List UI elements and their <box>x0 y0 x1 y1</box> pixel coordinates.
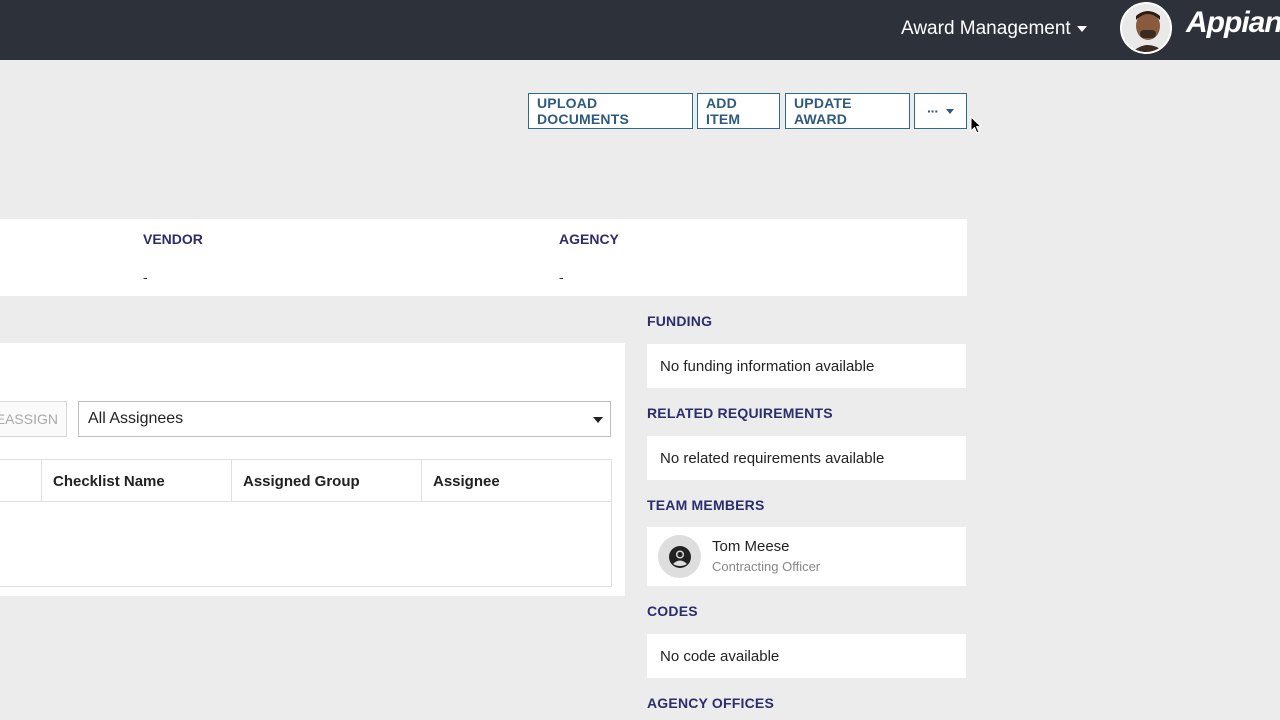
codes-section-title: CODES <box>647 603 698 619</box>
team-members-section-title: TEAM MEMBERS <box>647 497 765 513</box>
user-avatar[interactable] <box>1120 2 1172 54</box>
codes-empty-text: No code available <box>660 647 780 665</box>
update-award-button[interactable]: UPDATE AWARD <box>785 93 910 129</box>
ellipsis-icon: ··· <box>927 103 939 119</box>
assignee-filter-dropdown[interactable]: All Assignees <box>78 401 611 437</box>
checklist-grid: Checklist Name Assigned Group Assignee <box>0 459 612 587</box>
column-header-assignee[interactable]: Assignee <box>421 460 611 502</box>
award-summary-card: VENDOR - AGENCY - <box>0 219 967 296</box>
codes-box: No code available <box>647 634 966 678</box>
related-requirements-box: No related requirements available <box>647 436 966 480</box>
top-navigation-bar: Award Management Appian <box>0 0 1280 60</box>
add-item-button[interactable]: ADD ITEM <box>697 93 780 129</box>
funding-empty-text: No funding information available <box>660 357 875 375</box>
user-circle-icon <box>658 535 701 578</box>
chevron-down-icon <box>946 108 954 114</box>
agency-value: - <box>559 269 564 285</box>
app-menu-dropdown[interactable]: Award Management <box>901 15 1087 43</box>
team-member-info: Tom Meese Contracting Officer <box>712 537 820 577</box>
chevron-down-icon <box>1076 26 1087 32</box>
funding-section-title: FUNDING <box>647 313 713 329</box>
team-member-card[interactable]: Tom Meese Contracting Officer <box>647 527 966 586</box>
column-header-checklist-name[interactable]: Checklist Name <box>41 460 231 502</box>
app-menu-label: Award Management <box>901 18 1071 39</box>
agency-label: AGENCY <box>559 231 619 247</box>
vendor-label: VENDOR <box>143 231 203 247</box>
column-header-assigned-group[interactable]: Assigned Group <box>231 460 421 502</box>
related-requirements-empty-text: No related requirements available <box>660 449 885 467</box>
avatar-photo-icon <box>1122 4 1170 52</box>
reassign-button[interactable]: REASSIGN <box>0 401 67 437</box>
vendor-value: - <box>143 269 148 285</box>
related-requirements-section-title: RELATED REQUIREMENTS <box>647 405 833 421</box>
more-actions-button[interactable]: ··· <box>914 93 967 129</box>
agency-offices-section-title: AGENCY OFFICES <box>647 695 775 711</box>
action-toolbar: UPLOAD DOCUMENTS ADD ITEM UPDATE AWARD ·… <box>528 93 967 129</box>
appian-logo[interactable]: Appian <box>1186 6 1280 40</box>
team-member-role: Contracting Officer <box>712 558 821 574</box>
assignee-filter-value: All Assignees <box>88 410 184 427</box>
checklist-card: REASSIGN All Assignees Checklist Name As… <box>0 343 625 596</box>
chevron-down-icon <box>593 417 603 423</box>
grid-header-row: Checklist Name Assigned Group Assignee <box>0 460 611 502</box>
upload-documents-button[interactable]: UPLOAD DOCUMENTS <box>528 93 693 129</box>
team-member-name: Tom Meese <box>712 537 790 555</box>
mouse-cursor-icon <box>970 116 982 134</box>
funding-box: No funding information available <box>647 344 966 388</box>
